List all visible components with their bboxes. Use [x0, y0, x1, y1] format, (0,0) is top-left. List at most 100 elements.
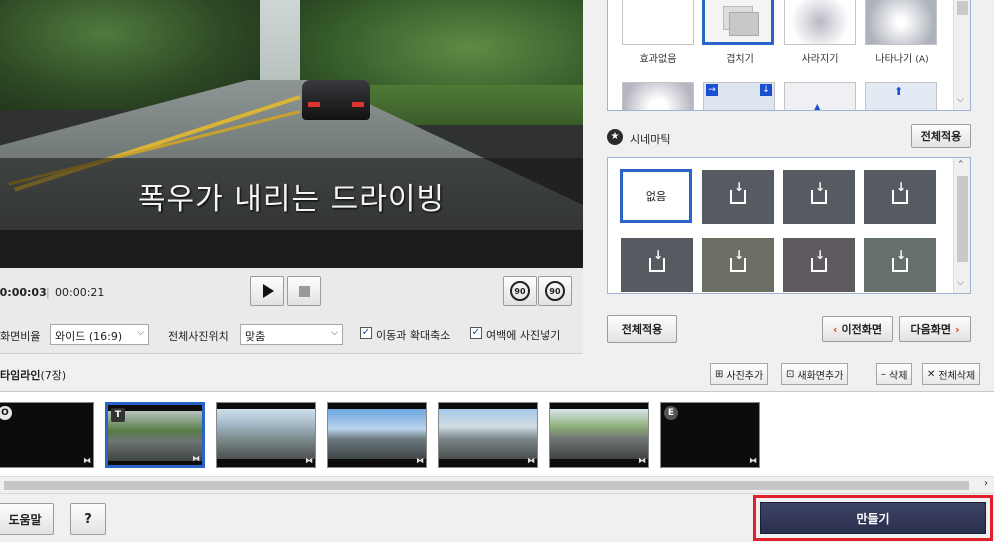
add-photo-label: 사진추가 — [726, 370, 764, 382]
transition-icon: ⧓ — [638, 456, 646, 465]
download-icon — [649, 248, 665, 272]
download-icon — [811, 248, 827, 272]
scroll-down-icon[interactable]: ⌵ — [957, 278, 964, 288]
cinematic-none-tile[interactable]: 없음 — [620, 169, 692, 223]
star-icon: ★ — [607, 129, 623, 145]
make-button[interactable]: 만들기 — [760, 502, 986, 534]
transition-overlap-thumb[interactable] — [702, 0, 774, 45]
margin-photo-checkbox[interactable]: ✓ — [470, 327, 482, 339]
scroll-right-icon[interactable]: › — [984, 478, 988, 489]
timeline-clip[interactable]: E ⧓ — [660, 402, 760, 468]
transition-icon: ⧓ — [527, 456, 535, 465]
cinematic-heart-tile[interactable] — [783, 170, 855, 224]
cinematic-apply-all-label: 전체적용 — [920, 130, 962, 143]
cinematic-grid: 없음 ⌃ ⌵ — [607, 157, 971, 294]
transition-grid: 효과없음 겹치기 사라지기 나타나기 (A) → ↓ ▲ ⬆ ⌵ — [607, 0, 971, 111]
timeline-header: 타임라인(7장) ⊞ 사진추가 ⊡ 새화면추가 – 삭제 ✕ 전체삭제 — [0, 354, 994, 392]
aspect-ratio-select[interactable]: 와이드 (16:9) ⌵ — [50, 324, 149, 345]
download-icon — [892, 248, 908, 272]
scrollbar-thumb[interactable] — [957, 1, 968, 15]
arrow-right-icon: → — [706, 84, 718, 96]
preview-car — [302, 80, 370, 120]
clip-badge: O — [0, 406, 12, 420]
delete-all-label: 전체삭제 — [938, 370, 976, 382]
transition-label-text: 나타나기 — [875, 54, 913, 65]
transition-icon: ⧓ — [83, 456, 91, 465]
delete-button[interactable]: – 삭제 — [876, 363, 913, 385]
next-screen-button[interactable]: 다음화면 › — [899, 316, 971, 342]
transition-page-thumb[interactable]: ▲ — [784, 82, 856, 111]
chevron-right-icon: › — [954, 322, 960, 336]
timeline-title: 타임라인(7장) — [0, 367, 66, 383]
photo-position-select[interactable]: 맞춤 ⌵ — [240, 324, 343, 345]
transition-label: 사라지기 — [801, 54, 839, 65]
stop-button[interactable] — [287, 276, 321, 306]
add-photo-button[interactable]: ⊞ 사진추가 — [710, 363, 769, 385]
cinematic-scrollbar[interactable]: ⌃ ⌵ — [953, 158, 970, 293]
timeline-strip: O ⧓ T ⧓ ⧓ ⧓ ⧓ ⧓ E ⧓ — [0, 392, 994, 476]
transition-none-thumb[interactable] — [622, 0, 694, 45]
rotate-left-icon: 90 — [510, 281, 530, 301]
download-icon — [730, 248, 746, 272]
clip-badge: T — [111, 408, 125, 422]
cinematic-bubble-tile[interactable] — [702, 170, 774, 224]
delete-all-button[interactable]: ✕ 전체삭제 — [922, 363, 981, 385]
next-screen-label: 다음화면 — [910, 323, 951, 336]
cinematic-gift-tile[interactable] — [702, 238, 774, 292]
play-button[interactable] — [250, 276, 284, 306]
timeline-clip[interactable]: ⧓ — [327, 402, 427, 468]
transition-scrollbar[interactable]: ⌵ — [953, 0, 970, 110]
cinematic-apply-all-button[interactable]: 전체적용 — [911, 124, 971, 148]
timeline-clip[interactable]: T ⧓ — [105, 402, 205, 468]
transition-split-thumb[interactable]: ⬆ — [865, 82, 937, 110]
chevron-down-icon: ⌵ — [137, 328, 144, 338]
arrow-up-icon: ⬆ — [894, 85, 904, 98]
prev-screen-button[interactable]: ‹ 이전화면 — [822, 316, 893, 342]
transition-slide-thumb[interactable]: → ↓ — [703, 82, 775, 110]
cinematic-balloon-tile[interactable] — [864, 238, 936, 292]
help-label: 도움말 — [8, 512, 42, 527]
rotate-left-button[interactable]: 90 — [503, 276, 537, 306]
scrollbar-thumb[interactable] — [4, 481, 969, 490]
clip-badge: E — [664, 406, 678, 420]
timeline-clip[interactable]: ⧓ — [438, 402, 538, 468]
timeline-clip[interactable]: ⧓ — [549, 402, 649, 468]
help-button[interactable]: 도움말 — [0, 503, 54, 535]
rotate-right-button[interactable]: 90 — [538, 276, 572, 306]
transition-circle-thumb[interactable] — [622, 82, 694, 110]
preview-caption: 폭우가 내리는 드라이빙 — [137, 182, 446, 217]
cinematic-flower-tile[interactable] — [783, 238, 855, 292]
add-screen-button[interactable]: ⊡ 새화면추가 — [781, 363, 849, 385]
download-icon — [811, 180, 827, 204]
move-zoom-checkbox[interactable]: ✓ — [360, 327, 372, 339]
current-time: 00:00:03 — [0, 286, 47, 299]
rotate-right-icon: 90 — [545, 281, 565, 301]
timeline-clip[interactable]: O ⧓ — [0, 402, 94, 468]
clip-thumbnail — [328, 409, 426, 459]
cinematic-snow-tile[interactable] — [864, 170, 936, 224]
clip-thumbnail — [217, 409, 315, 459]
transition-label: 겹치기 — [726, 54, 754, 65]
margin-photo-label: 여백에 사진넣기 — [486, 329, 561, 342]
transition-fadeout-thumb[interactable] — [784, 0, 856, 45]
question-button[interactable]: ? — [70, 503, 106, 535]
scrollbar-thumb[interactable] — [957, 176, 968, 262]
download-icon — [892, 180, 908, 204]
arrow-up-icon: ▲ — [813, 101, 822, 111]
transition-icon: ⧓ — [192, 454, 200, 463]
aspect-ratio-label: 화면비율 — [0, 330, 41, 343]
transition-fadein-thumb[interactable] — [865, 0, 937, 45]
cinematic-sparkle-tile[interactable] — [621, 238, 693, 292]
scroll-up-icon[interactable]: ⌃ — [957, 160, 965, 170]
transition-label-suffix: (A) — [915, 55, 929, 65]
timeline-clip[interactable]: ⧓ — [216, 402, 316, 468]
time-separator: | — [46, 286, 50, 299]
transition-icon: ⧓ — [749, 456, 757, 465]
video-preview: 폭우가 내리는 드라이빙 — [0, 0, 583, 268]
download-icon — [730, 180, 746, 204]
close-icon: ✕ — [927, 368, 936, 380]
apply-all-button[interactable]: 전체적용 — [607, 315, 677, 343]
transition-label: 효과없음 — [639, 54, 677, 65]
timeline-scrollbar[interactable]: › — [0, 476, 994, 493]
scroll-down-icon[interactable]: ⌵ — [957, 95, 964, 105]
